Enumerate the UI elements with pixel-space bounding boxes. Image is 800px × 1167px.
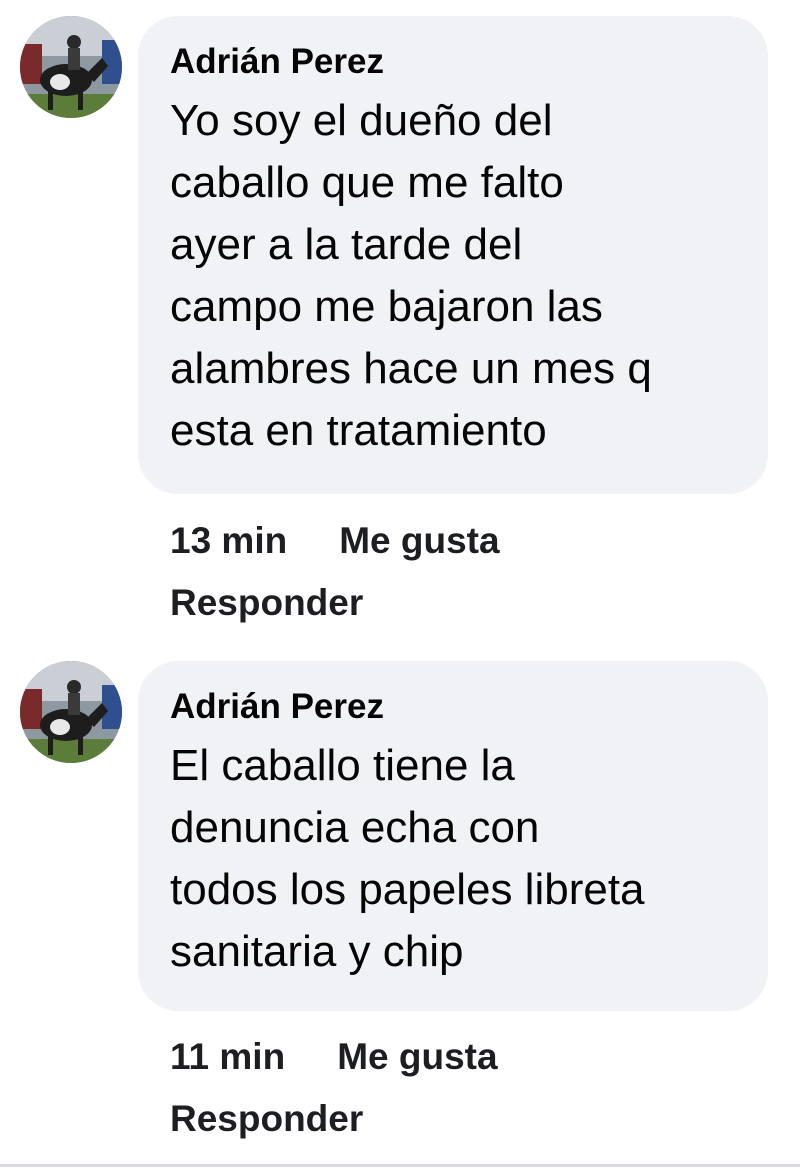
comment-bubble: Adrián Perez Yo soy el dueño del caballo… xyxy=(138,16,768,494)
comment-text-line: esta en tratamiento xyxy=(170,406,547,455)
comment-text-line: campo me bajaron las xyxy=(170,282,603,331)
comment-text-line: sanitaria y chip xyxy=(170,927,464,976)
reply-button[interactable]: Responder xyxy=(170,572,363,634)
comment-timestamp: 13 min xyxy=(170,520,288,561)
avatar[interactable] xyxy=(20,661,122,763)
comment-text: Yo soy el dueño del caballo que me falto… xyxy=(170,90,738,462)
comment-actions: 13 min Me gusta Responder xyxy=(170,510,500,634)
comment-actions: 11 min Me gusta Responder xyxy=(170,1026,498,1150)
like-button[interactable]: Me gusta xyxy=(337,1026,497,1088)
comment-text-line: caballo que me falto xyxy=(170,158,564,207)
comment-text-line: El caballo tiene la xyxy=(170,741,515,790)
comment-text: El caballo tiene la denuncia echa con to… xyxy=(170,735,738,983)
comment-author[interactable]: Adrián Perez xyxy=(170,685,738,729)
reply-button[interactable]: Responder xyxy=(170,1088,363,1150)
comment-text-line: denuncia echa con xyxy=(170,803,540,852)
horse-rider-photo-icon xyxy=(20,16,122,118)
comment-text-line: Yo soy el dueño del xyxy=(170,96,553,145)
comment-text-line: todos los papeles libreta xyxy=(170,865,645,914)
comment-text-line: ayer a la tarde del xyxy=(170,220,523,269)
comment-timestamp: 11 min xyxy=(170,1036,286,1077)
avatar[interactable] xyxy=(20,16,122,118)
comment-bubble: Adrián Perez El caballo tiene la denunci… xyxy=(138,661,768,1011)
comment-text-line: alambres hace un mes q xyxy=(170,344,652,393)
comment-author[interactable]: Adrián Perez xyxy=(170,40,738,84)
horse-rider-photo-icon xyxy=(20,661,122,763)
like-button[interactable]: Me gusta xyxy=(339,510,499,572)
